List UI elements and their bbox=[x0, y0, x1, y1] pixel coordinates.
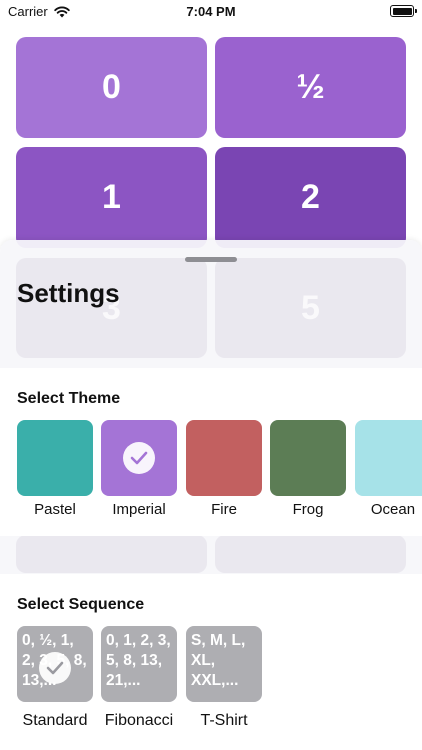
sequence-preview: 0, 1, 2, 3, 5, 8, 13, 21,... bbox=[106, 632, 171, 689]
sequence-tile-standard[interactable]: 0, ½, 1, 2, 3, 5, 8, 13,... bbox=[17, 626, 93, 702]
theme-section: Select Theme Pastel Imperial Fire Frog O… bbox=[0, 368, 422, 536]
card-value-0[interactable]: 0 bbox=[16, 37, 207, 138]
background-card bbox=[215, 535, 406, 573]
theme-swatch-imperial[interactable] bbox=[101, 420, 177, 496]
sequence-tile-fibonacci[interactable]: 0, 1, 2, 3, 5, 8, 13, 21,... bbox=[101, 626, 177, 702]
sheet-grabber-handle[interactable] bbox=[185, 257, 237, 262]
checkmark-icon bbox=[123, 442, 155, 474]
card-value-2[interactable]: 2 bbox=[215, 147, 406, 248]
card-value-1[interactable]: 1 bbox=[16, 147, 207, 248]
battery-icon bbox=[390, 5, 417, 17]
theme-label-imperial: Imperial bbox=[112, 501, 166, 518]
theme-label-pastel: Pastel bbox=[34, 501, 76, 518]
theme-label-frog: Frog bbox=[292, 501, 324, 518]
status-time: 7:04 PM bbox=[186, 4, 236, 19]
sequence-tile-tshirt[interactable]: S, M, L, XL, XXL,... bbox=[186, 626, 262, 702]
sequence-label-tshirt: T-Shirt bbox=[200, 712, 248, 729]
settings-sheet: 3 5 Settings Select Theme Pastel Imperia… bbox=[0, 240, 422, 750]
theme-swatch-fire[interactable] bbox=[186, 420, 262, 496]
background-card bbox=[16, 535, 207, 573]
theme-swatch-pastel[interactable] bbox=[17, 420, 93, 496]
sequence-label-fibonacci: Fibonacci bbox=[104, 712, 174, 729]
theme-label-fire: Fire bbox=[211, 501, 237, 518]
theme-label-ocean: Ocean bbox=[370, 501, 416, 518]
settings-title: Settings bbox=[17, 278, 120, 308]
background-card: 5 bbox=[215, 258, 406, 358]
theme-swatch-ocean[interactable] bbox=[355, 420, 422, 496]
theme-section-header: Select Theme bbox=[17, 390, 121, 407]
theme-swatch-frog[interactable] bbox=[270, 420, 346, 496]
sequence-label-standard: Standard bbox=[22, 712, 88, 729]
checkmark-icon bbox=[39, 652, 71, 684]
sequence-preview: S, M, L, XL, XXL,... bbox=[191, 632, 246, 689]
status-bar: Carrier 7:04 PM bbox=[0, 0, 422, 24]
card-value-half[interactable]: ½ bbox=[215, 37, 406, 138]
sequence-section: Select Sequence 0, ½, 1, 2, 3, 5, 8, 13,… bbox=[0, 574, 422, 750]
sequence-section-header: Select Sequence bbox=[17, 596, 145, 613]
